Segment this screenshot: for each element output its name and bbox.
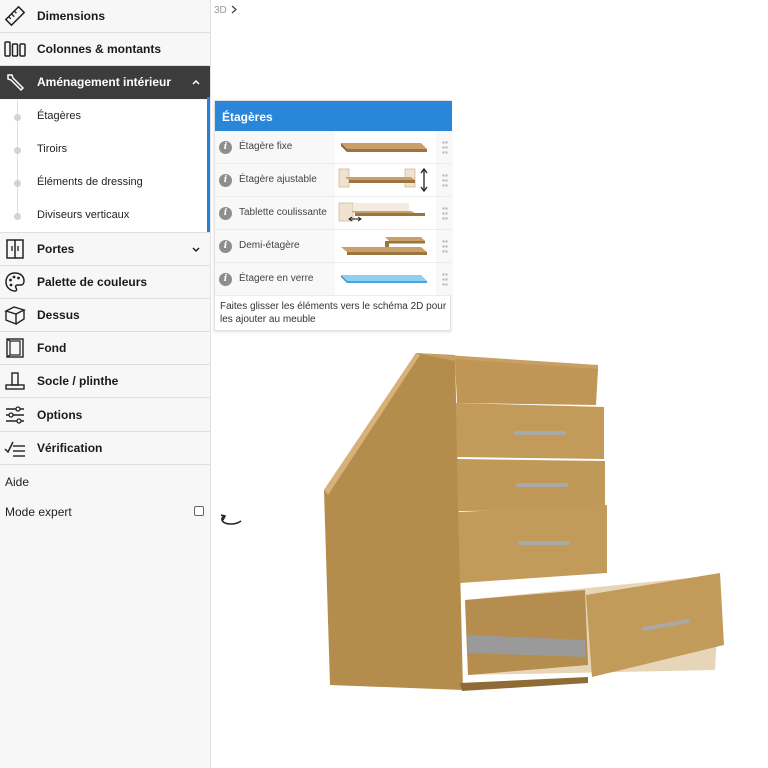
rotate-view-icon[interactable] [219,512,243,526]
shelf-row-sliding[interactable]: i Tablette coulissante [215,197,452,230]
nav-label: Dimensions [37,9,106,23]
submenu-label: Éléments de dressing [37,176,143,188]
door-icon [6,239,24,259]
nav-label: Fond [37,341,67,355]
submenu-item-dividers[interactable]: Diviseurs verticaux [0,199,210,232]
palette-icon [5,272,25,292]
columns-icon [4,41,26,57]
drag-handle-icon[interactable] [442,207,448,220]
plinth-icon [5,372,25,390]
drag-handle-icon[interactable] [442,273,448,286]
nav-options[interactable]: Options [0,399,210,432]
drawer-handle-3 [518,541,570,545]
nav-palette[interactable]: Palette de couleurs [0,266,210,299]
shelf-row-glass[interactable]: i Étagere en verre [215,263,452,296]
bullet-dot [14,147,21,154]
submenu-label: Diviseurs verticaux [37,209,130,221]
cabinet-3d-render[interactable] [320,345,730,695]
sliders-icon [6,406,24,424]
glass-shelf-thumbnail [335,263,436,295]
drag-handle-icon[interactable] [442,240,448,253]
bullet-dot [14,213,21,220]
info-icon[interactable]: i [219,141,232,154]
interior-submenu: Étagères Tiroirs Éléments de dressing Di… [0,100,210,233]
half-shelf-thumbnail [335,230,436,262]
bullet-dot [14,180,21,187]
drawer-handle-2 [516,483,568,487]
panel-title: Étagères [222,110,273,124]
chevron-right-icon [231,5,237,14]
info-icon[interactable]: i [219,207,232,220]
nav-label: Options [37,408,83,422]
drag-handle-icon[interactable] [442,174,448,187]
adjustable-shelf-thumbnail [335,164,436,196]
nav-label: Palette de couleurs [37,275,148,289]
submenu-label: Étagères [37,110,82,122]
expert-mode-checkbox[interactable] [194,506,204,516]
nav-top[interactable]: Dessus [0,299,210,332]
wrench-icon [7,74,25,92]
fixed-shelf-thumbnail [335,131,436,163]
nav-doors[interactable]: Portes [0,233,210,266]
panel-help-text: Faites glisser les éléments vers le sché… [220,301,447,325]
nav-plinth[interactable]: Socle / plinthe [0,365,210,398]
nav-dimensions[interactable]: Dimensions [0,0,210,33]
shelves-panel: Étagères i Étagère fixe i Étagère ajusta… [214,100,452,331]
nav-label: Aménagement intérieur [37,75,172,89]
shelf-row-adjustable[interactable]: i Étagère ajustable [215,164,452,197]
nav-interior[interactable]: Aménagement intérieur [0,66,210,99]
shelf-row-half[interactable]: i Demi-étagère [215,230,452,263]
info-icon[interactable]: i [219,273,232,286]
submenu-item-shelves[interactable]: Étagères [0,100,210,133]
info-icon[interactable]: i [219,240,232,253]
back-panel-icon [6,338,24,358]
submenu-label: Tiroirs [37,143,68,155]
shelf-label: Étagère ajustable [239,174,317,185]
drawer-handle-1 [514,431,566,435]
drag-handle-icon[interactable] [442,141,448,154]
nav-label: Vérification [37,441,103,455]
chevron-down-icon[interactable] [190,243,202,255]
nav-columns[interactable]: Colonnes & montants [0,33,210,66]
nav-label: Colonnes & montants [37,42,162,56]
nav-label: Portes [37,242,75,256]
nav-back[interactable]: Fond [0,332,210,365]
active-indicator [207,97,210,232]
help-link[interactable]: Aide [5,475,29,489]
checklist-icon [4,441,25,457]
ruler-icon [4,5,26,27]
shelf-label: Étagere en verre [239,273,314,284]
submenu-item-dressing[interactable]: Éléments de dressing [0,166,210,199]
shelf-label: Demi-étagère [239,240,300,251]
sliding-shelf-thumbnail [335,197,436,229]
top-box-icon [4,306,26,326]
panel-header: Étagères [215,101,452,131]
submenu-item-drawers[interactable]: Tiroirs [0,133,210,166]
shelf-label: Étagère fixe [239,141,293,152]
cabinet-side-panel [324,353,463,690]
info-icon[interactable]: i [219,174,232,187]
nav-label: Socle / plinthe [37,374,119,388]
chevron-up-icon[interactable] [190,76,202,88]
bullet-dot [14,114,21,121]
view-mode-toggle[interactable]: 3D [214,5,238,16]
shelf-label: Tablette coulissante [239,207,327,218]
view-mode-label: 3D [214,5,227,16]
open-drawer-side [465,590,588,675]
shelf-row-fixed[interactable]: i Étagère fixe [215,131,452,164]
sidebar: Dimensions Colonnes & montants Aménageme… [0,0,211,768]
expert-mode-label: Mode expert [5,505,72,519]
nav-label: Dessus [37,308,80,322]
nav-verification[interactable]: Vérification [0,432,210,465]
